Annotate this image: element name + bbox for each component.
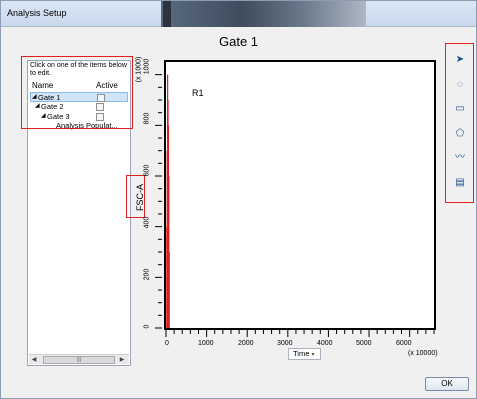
freehand-gate-icon[interactable]: 〰 bbox=[453, 151, 467, 165]
histogram-gate-icon[interactable]: ▤ bbox=[453, 176, 467, 190]
rectangle-gate-icon[interactable]: ▭ bbox=[453, 102, 467, 116]
ellipse-gate-icon[interactable]: ◌ bbox=[453, 78, 467, 92]
ok-button[interactable]: OK bbox=[425, 377, 469, 391]
plot-marks bbox=[155, 74, 435, 337]
polygon-gate-icon[interactable]: ⬠ bbox=[453, 127, 467, 141]
pointer-icon[interactable]: ➤ bbox=[453, 53, 467, 67]
